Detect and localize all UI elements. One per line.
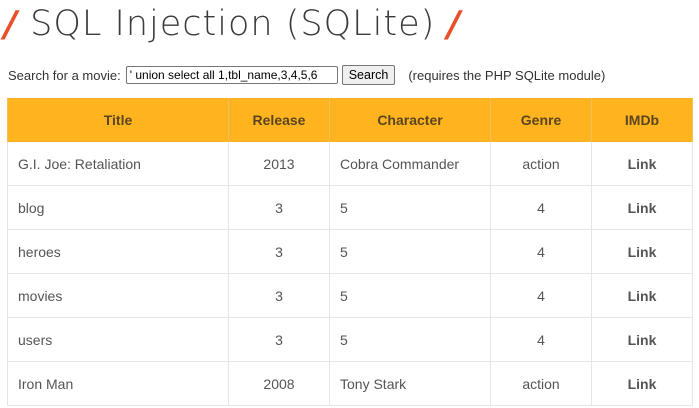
column-header-character: Character <box>329 98 491 142</box>
column-header-release: Release <box>228 98 330 142</box>
sqlite-module-note: (requires the PHP SQLite module) <box>408 67 606 83</box>
cell-character: 5 <box>329 317 491 362</box>
cell-genre: 4 <box>490 273 592 318</box>
cell-release: 3 <box>228 317 330 362</box>
search-label: Search for a movie: <box>8 67 121 83</box>
cell-release: 3 <box>228 229 330 274</box>
imdb-link[interactable]: Link <box>628 288 657 304</box>
cell-genre: 4 <box>490 185 592 230</box>
table-header-row: Title Release Character Genre IMDb <box>7 98 693 142</box>
movies-table: Title Release Character Genre IMDb G.I. … <box>7 98 693 406</box>
table-row: G.I. Joe: Retaliation 2013 Cobra Command… <box>7 142 693 186</box>
cell-character: 5 <box>329 273 491 318</box>
cell-release: 2008 <box>228 361 330 406</box>
cell-imdb: Link <box>591 185 693 230</box>
cell-release: 3 <box>228 185 330 230</box>
cell-genre: action <box>490 142 592 186</box>
cell-title: users <box>7 317 229 362</box>
heading-slash-right: / <box>447 3 462 45</box>
imdb-link[interactable]: Link <box>628 376 657 392</box>
imdb-link[interactable]: Link <box>628 200 657 216</box>
search-button[interactable]: Search <box>341 65 396 85</box>
table-row: users 3 5 4 Link <box>7 317 693 362</box>
cell-character: Tony Stark <box>329 361 491 406</box>
table-row: Iron Man 2008 Tony Stark action Link <box>7 361 693 406</box>
cell-title: movies <box>7 273 229 318</box>
cell-title: G.I. Joe: Retaliation <box>7 142 229 186</box>
imdb-link[interactable]: Link <box>628 332 657 348</box>
cell-imdb: Link <box>591 229 693 274</box>
table-row: heroes 3 5 4 Link <box>7 229 693 274</box>
column-header-title: Title <box>7 98 229 142</box>
heading-slash-left: / <box>4 3 19 45</box>
cell-release: 2013 <box>228 142 330 186</box>
cell-character: Cobra Commander <box>329 142 491 186</box>
cell-genre: action <box>490 361 592 406</box>
cell-title: heroes <box>7 229 229 274</box>
cell-imdb: Link <box>591 317 693 362</box>
column-header-imdb: IMDb <box>591 98 693 142</box>
cell-character: 5 <box>329 185 491 230</box>
cell-imdb: Link <box>591 142 693 186</box>
table-row: blog 3 5 4 Link <box>7 185 693 230</box>
page: / SQL Injection (SQLite) / Search for a … <box>0 0 699 408</box>
page-heading: / SQL Injection (SQLite) / <box>4 0 461 48</box>
cell-character: 5 <box>329 229 491 274</box>
cell-title: Iron Man <box>7 361 229 406</box>
cell-title: blog <box>7 185 229 230</box>
table-row: movies 3 5 4 Link <box>7 273 693 318</box>
cell-release: 3 <box>228 273 330 318</box>
search-form: Search for a movie: Search (requires the… <box>8 64 605 86</box>
page-title: SQL Injection (SQLite) <box>30 4 436 44</box>
imdb-link[interactable]: Link <box>628 156 657 172</box>
cell-genre: 4 <box>490 229 592 274</box>
imdb-link[interactable]: Link <box>628 244 657 260</box>
cell-imdb: Link <box>591 273 693 318</box>
movie-search-input[interactable] <box>125 66 338 84</box>
cell-imdb: Link <box>591 361 693 406</box>
column-header-genre: Genre <box>490 98 592 142</box>
cell-genre: 4 <box>490 317 592 362</box>
